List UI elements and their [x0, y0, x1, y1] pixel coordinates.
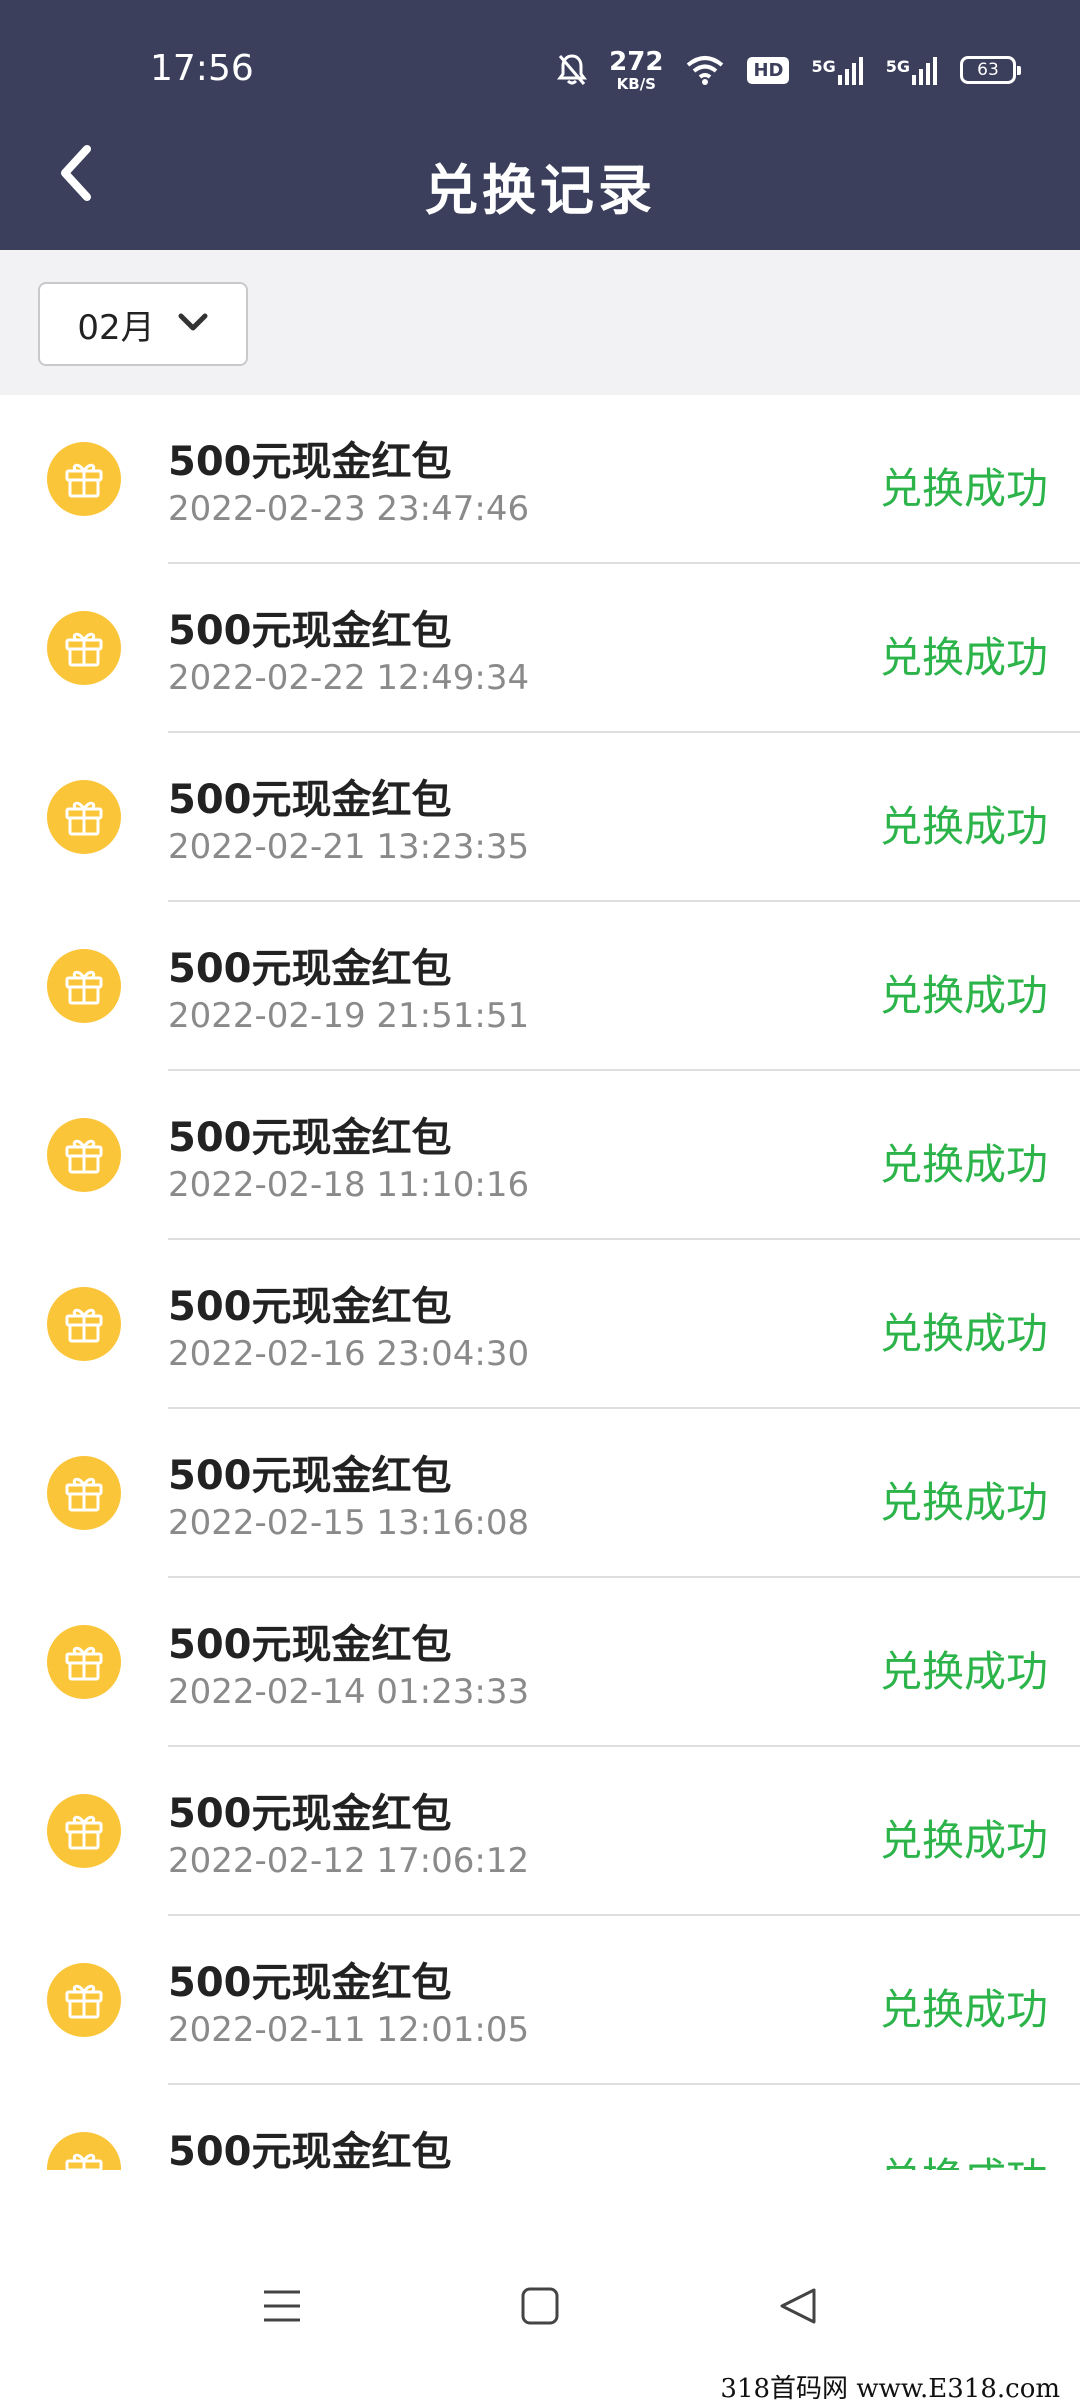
- signal-group-2: 5G: [886, 55, 938, 85]
- record-time: 2022-02-23 23:47:46: [168, 489, 530, 529]
- home-icon: [520, 2286, 560, 2330]
- gift-icon: [47, 611, 121, 685]
- status-time: 17:56: [150, 48, 254, 89]
- net-speed-value: 272: [609, 46, 664, 77]
- record-time: 2022-02-14 01:23:33: [168, 1672, 530, 1712]
- record-row[interactable]: 500元现金红包 2022-02-15 13:16:08 兑换成功: [0, 1409, 1080, 1578]
- watermark: 318首码网 www.E318.com: [720, 2374, 1060, 2400]
- gift-icon: [47, 780, 121, 854]
- wifi-icon: [685, 54, 725, 86]
- exchange-record-list[interactable]: 500元现金红包 2022-02-23 23:47:46 兑换成功 500元现金红包 2…: [0, 395, 1080, 2170]
- record-time: 2022-02-19 21:51:51: [168, 996, 530, 1036]
- filter-bar: 02月: [0, 250, 1080, 395]
- menu-icon: [262, 2286, 302, 2330]
- net-speed: 272 KB/S: [609, 49, 663, 92]
- record-title: 500元现金红包: [168, 1960, 452, 2006]
- chevron-down-icon: [177, 311, 209, 337]
- signal-group-1: 5G: [811, 55, 863, 85]
- record-time: 2022-02-11 12:01:05: [168, 2010, 530, 2050]
- status-bar: 17:56 272 KB/S HD 5G 5G 63: [0, 0, 1080, 120]
- record-time: 2022-02-21 13:23:35: [168, 827, 530, 867]
- record-title: 500元现金红包: [168, 1284, 452, 1330]
- net-speed-unit: KB/S: [616, 74, 656, 93]
- record-row[interactable]: 500元现金红包 2022-02-11 12:01:05 兑换成功: [0, 1916, 1080, 2085]
- record-row[interactable]: 500元现金红包 2022-02-23 23:47:46 兑换成功: [0, 395, 1080, 564]
- record-title: 500元现金红包: [168, 608, 452, 654]
- record-status: 兑换成功: [880, 2145, 1048, 2170]
- record-status: 兑换成功: [879, 464, 1048, 513]
- record-row[interactable]: 500元现金红包 2022-02-22 12:49:34 兑换成功: [0, 564, 1080, 733]
- record-status: 兑换成功: [879, 802, 1048, 851]
- app-header: 17:56 272 KB/S HD 5G 5G 63 兑换记录: [0, 0, 1080, 250]
- system-back-button[interactable]: [758, 2268, 838, 2348]
- record-title: 500元现金红包: [168, 1791, 452, 1837]
- back-icon: [778, 2286, 818, 2330]
- gift-icon: [47, 1794, 121, 1868]
- record-status: 兑换成功: [879, 1140, 1048, 1189]
- signal-icon: [912, 55, 938, 85]
- record-time: 2022-02-12 17:06:12: [168, 1841, 530, 1881]
- record-title: 500元现金红包: [168, 777, 452, 823]
- record-title: 500元现金红包: [168, 439, 452, 485]
- record-row[interactable]: 500元现金红包 2022-02-16 23:04:30 兑换成功: [0, 1240, 1080, 1409]
- record-status: 兑换成功: [879, 1985, 1048, 2034]
- gift-icon: [47, 1963, 121, 2037]
- status-icons: 272 KB/S HD 5G 5G 63: [557, 46, 1021, 94]
- gift-icon: [47, 1118, 121, 1192]
- bell-off-icon: [557, 53, 588, 87]
- record-row[interactable]: 500元现金红包 2022-02-21 13:23:35 兑换成功: [0, 733, 1080, 902]
- hd-badge: HD: [747, 56, 790, 84]
- signal-icon: [837, 55, 864, 85]
- record-title: 500元现金红包: [168, 1115, 452, 1161]
- record-time: 2022-02-15 13:16:08: [168, 1503, 530, 1543]
- record-status: 兑换成功: [879, 1309, 1048, 1358]
- month-label: 02月: [77, 307, 155, 348]
- record-row[interactable]: 500元现金红包 2022-02-14 01:23:33 兑换成功: [0, 1578, 1080, 1747]
- network-type-2: 5G: [885, 57, 910, 76]
- menu-button[interactable]: [242, 2268, 322, 2348]
- record-row[interactable]: 500元现金红包 2022-02-19 21:51:51 兑换成功: [0, 902, 1080, 1071]
- record-title: 500元现金红包: [168, 1453, 452, 1499]
- record-status: 兑换成功: [879, 971, 1048, 1020]
- record-title: 500元现金红包: [168, 1622, 452, 1668]
- record-status: 兑换成功: [879, 1647, 1048, 1696]
- record-row[interactable]: 500元现金红包 2022-02-18 11:10:16 兑换成功: [0, 1071, 1080, 1240]
- record-title: 500元现金红包: [168, 946, 452, 992]
- record-time: 2022-02-18 11:10:16: [168, 1165, 530, 1205]
- gift-icon: [47, 1625, 121, 1699]
- gift-icon: [47, 1287, 121, 1361]
- network-type-1: 5G: [811, 57, 836, 76]
- title-bar: 兑换记录: [0, 120, 1080, 250]
- record-status: 兑换成功: [879, 633, 1048, 682]
- gift-icon: [47, 2132, 121, 2170]
- record-time: 2022-02-16 23:04:30: [168, 1334, 530, 1374]
- month-dropdown[interactable]: 02月: [38, 282, 248, 366]
- record-time: 2022-02-22 12:49:34: [168, 658, 530, 698]
- record-title: 500元现金红包: [168, 2129, 452, 2170]
- gift-icon: [47, 1456, 121, 1530]
- home-button[interactable]: [500, 2268, 580, 2348]
- page-title: 兑换记录: [424, 159, 656, 222]
- gift-icon: [47, 442, 121, 516]
- record-row[interactable]: 500元现金红包 兑换成功: [0, 2085, 1080, 2170]
- record-status: 兑换成功: [879, 1816, 1048, 1865]
- battery-icon: 63: [960, 56, 1021, 84]
- gift-icon: [47, 949, 121, 1023]
- system-nav-bar: [0, 2250, 1080, 2370]
- record-status: 兑换成功: [879, 1478, 1048, 1527]
- record-row[interactable]: 500元现金红包 2022-02-12 17:06:12 兑换成功: [0, 1747, 1080, 1916]
